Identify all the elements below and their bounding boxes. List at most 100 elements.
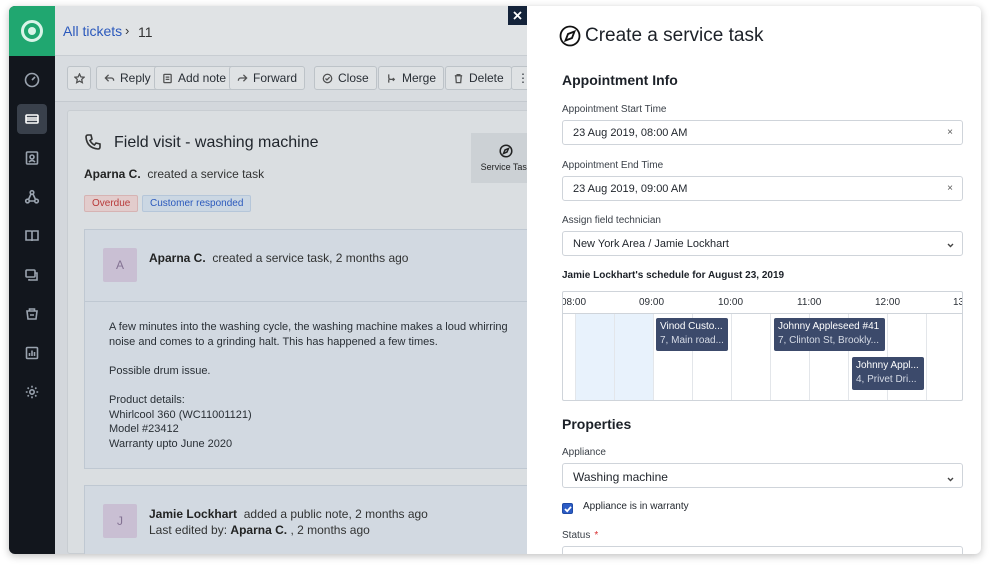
- start-time-value: 23 Aug 2019, 08:00 AM: [573, 127, 688, 139]
- settings-icon[interactable]: [17, 377, 47, 407]
- edited-by-line: Last edited by: Aparna C. , 2 months ago: [149, 523, 370, 537]
- phone-icon: [84, 133, 104, 153]
- technician-select[interactable]: New York Area / Jamie Lockhart: [562, 231, 963, 256]
- reply-button[interactable]: Reply: [96, 66, 159, 90]
- close-label: Close: [338, 71, 369, 85]
- end-time-label: Appointment End Time: [562, 160, 664, 171]
- chevron-down-icon: [947, 472, 954, 482]
- merge-label: Merge: [402, 71, 437, 85]
- delete-label: Delete: [469, 71, 504, 85]
- technician-schedule: 08:00 09:00 10:00 11:00 12:00 13 Vinod C…: [562, 291, 963, 401]
- schedule-event[interactable]: Johnny Appl... 4, Privet Dri...: [852, 357, 924, 390]
- avatar: J: [103, 504, 137, 538]
- ticket-creator[interactable]: Aparna C.: [84, 167, 141, 181]
- app-logo[interactable]: [9, 6, 55, 56]
- appliance-value: Washing machine: [573, 470, 668, 484]
- time-label: 09:00: [639, 297, 665, 308]
- time-label: 12:00: [875, 297, 901, 308]
- end-time-value: 23 Aug 2019, 09:00 AM: [573, 183, 688, 195]
- all-tickets-link[interactable]: All tickets: [63, 23, 122, 39]
- time-label: 10:00: [718, 297, 744, 308]
- properties-heading: Properties: [562, 416, 632, 432]
- technician-label: Assign field technician: [562, 215, 661, 226]
- forward-button[interactable]: Forward: [229, 66, 306, 90]
- star-icon: [73, 72, 85, 84]
- time-label: 08:00: [562, 297, 587, 308]
- merge-button[interactable]: Merge: [378, 66, 445, 90]
- chevron-down-icon: [947, 240, 954, 248]
- schedule-event[interactable]: Johnny Appleseed #41 7, Clinton St, Broo…: [774, 318, 885, 351]
- compass-icon: [559, 25, 581, 47]
- time-label: 13: [953, 297, 962, 308]
- edited-prefix: Last edited by:: [149, 523, 228, 537]
- event-title: Vinod Custo...: [660, 321, 723, 332]
- edited-by[interactable]: Aparna C.: [230, 523, 287, 537]
- clear-icon[interactable]: ×: [947, 183, 953, 194]
- reply-label: Reply: [120, 71, 151, 85]
- conversation-author[interactable]: Jamie Lockhart: [149, 507, 237, 521]
- delete-button[interactable]: Delete: [445, 66, 512, 90]
- add-note-button[interactable]: Add note: [154, 66, 235, 90]
- avatar: A: [103, 248, 137, 282]
- required-marker: *: [594, 530, 599, 541]
- compass-icon: [499, 144, 513, 158]
- end-time-input[interactable]: 23 Aug 2019, 09:00 AM ×: [562, 176, 963, 201]
- customer-responded-badge: Customer responded: [142, 195, 252, 212]
- conversation-action: added a public note, 2 months ago: [243, 507, 428, 521]
- event-title: Johnny Appleseed #41: [778, 321, 880, 332]
- start-time-input[interactable]: 23 Aug 2019, 08:00 AM ×: [562, 120, 963, 145]
- event-address: 7, Clinton St, Brookly...: [778, 335, 879, 346]
- create-service-task-panel: Create a service task Appointment Info A…: [527, 6, 981, 554]
- ticket-number: 11: [138, 24, 153, 40]
- tickets-icon[interactable]: [17, 104, 47, 134]
- status-label: Status *: [562, 530, 598, 541]
- groups-icon[interactable]: [17, 182, 47, 212]
- ticket-card: Field visit - washing machine Aparna C. …: [67, 110, 541, 554]
- forward-label: Forward: [253, 71, 298, 85]
- appliance-label: Appliance: [562, 447, 606, 458]
- close-panel-button[interactable]: [508, 6, 527, 25]
- schedule-time-axis: 08:00 09:00 10:00 11:00 12:00 13: [563, 292, 962, 314]
- close-icon: [513, 11, 522, 20]
- forums-icon[interactable]: [17, 260, 47, 290]
- conversation-action: created a service task, 2 months ago: [212, 251, 409, 265]
- schedule-title: Jamie Lockhart's schedule for August 23,…: [562, 270, 785, 281]
- panel-title: Create a service task: [585, 25, 764, 46]
- reply-icon: [104, 73, 115, 82]
- reports-icon[interactable]: [17, 338, 47, 368]
- merge-icon: [388, 73, 396, 83]
- contacts-icon[interactable]: [17, 143, 47, 173]
- event-title: Johnny Appl...: [856, 360, 919, 371]
- conversation-item: A Aparna C. created a service task, 2 mo…: [84, 229, 538, 469]
- event-address: 4, Privet Dri...: [856, 374, 917, 385]
- breadcrumb-separator: ›: [125, 23, 130, 38]
- status-select[interactable]: [562, 546, 963, 554]
- conversation-item: J Jamie Lockhart added a public note, 2 …: [84, 485, 538, 554]
- star-button[interactable]: [67, 66, 91, 90]
- left-sidebar: [9, 6, 55, 554]
- app-window: All tickets › 11 Reply Add note Forward: [9, 6, 981, 554]
- warranty-checkbox[interactable]: [562, 503, 573, 514]
- conversation-author-line: Aparna C. created a service task, 2 mont…: [149, 251, 408, 265]
- dashboard-icon[interactable]: [17, 65, 47, 95]
- overdue-badge: Overdue: [84, 195, 139, 212]
- solutions-icon[interactable]: [17, 221, 47, 251]
- schedule-event[interactable]: Vinod Custo... 7, Main road...: [656, 318, 728, 351]
- note-icon: [163, 73, 172, 83]
- close-ticket-button[interactable]: Close: [314, 66, 377, 90]
- technician-value: New York Area / Jamie Lockhart: [573, 238, 729, 250]
- edited-suffix: , 2 months ago: [290, 523, 370, 537]
- conversation-body: A few minutes into the washing cycle, th…: [109, 321, 508, 450]
- ticket-created-text: created a service task: [147, 167, 265, 181]
- clear-icon[interactable]: ×: [947, 127, 953, 138]
- inventory-icon[interactable]: [17, 299, 47, 329]
- appliance-select[interactable]: Washing machine: [562, 463, 963, 488]
- start-time-label: Appointment Start Time: [562, 104, 667, 115]
- add-note-label: Add note: [178, 71, 227, 85]
- warranty-label[interactable]: Appliance is in warranty: [583, 501, 689, 512]
- check-circle-icon: [322, 73, 333, 83]
- conversation-author[interactable]: Aparna C.: [149, 251, 206, 265]
- trash-icon: [454, 73, 463, 83]
- status-label-text: Status: [562, 530, 591, 541]
- logo-icon: [21, 20, 43, 42]
